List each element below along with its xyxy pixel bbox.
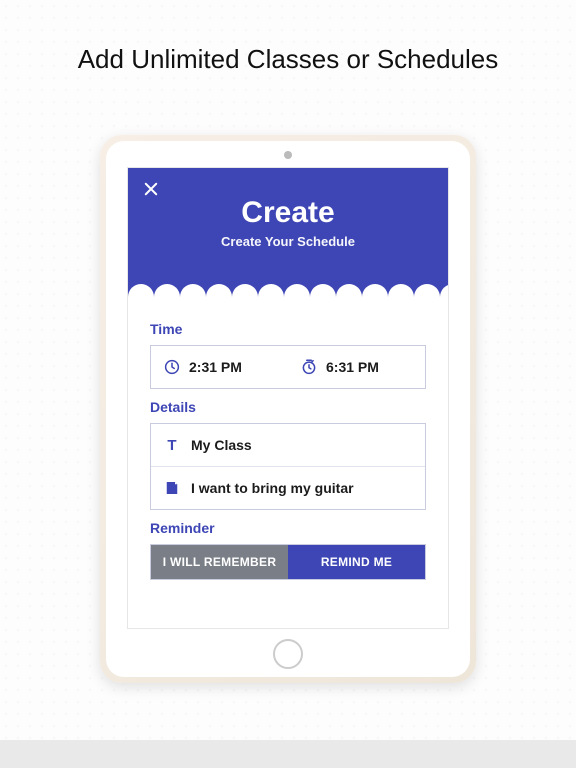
end-time-field[interactable]: 6:31 PM — [288, 346, 425, 388]
note-icon — [163, 479, 181, 497]
section-label-time: Time — [150, 321, 426, 337]
app-screen: Create Create Your Schedule Time — [127, 167, 449, 629]
close-button[interactable] — [142, 180, 160, 198]
close-icon — [142, 180, 160, 198]
class-note-value: I want to bring my guitar — [191, 480, 354, 496]
form-content: Time 2:31 PM 6:31 PM — [128, 297, 448, 628]
class-title-field[interactable]: T My Class — [151, 424, 425, 466]
tablet-camera — [284, 151, 292, 159]
text-icon: T — [163, 436, 181, 454]
hero-subtitle: Create Your Schedule — [144, 234, 432, 249]
hero-title: Create — [144, 196, 432, 230]
reminder-option-off[interactable]: I WILL REMEMBER — [151, 545, 288, 579]
time-card: 2:31 PM 6:31 PM — [150, 345, 426, 389]
reminder-option-on[interactable]: REMIND ME — [288, 545, 425, 579]
start-time-value: 2:31 PM — [189, 359, 242, 375]
tablet-home-button — [273, 639, 303, 669]
section-label-details: Details — [150, 399, 426, 415]
footer-strip — [0, 740, 576, 768]
timer-icon — [300, 358, 318, 376]
marketing-headline: Add Unlimited Classes or Schedules — [78, 44, 499, 75]
hero-scallops — [128, 279, 448, 297]
tablet-frame: Create Create Your Schedule Time — [100, 135, 476, 683]
details-card: T My Class I want to bring my guitar — [150, 423, 426, 510]
end-time-value: 6:31 PM — [326, 359, 379, 375]
class-title-value: My Class — [191, 437, 252, 453]
class-note-field[interactable]: I want to bring my guitar — [151, 466, 425, 509]
clock-icon — [163, 358, 181, 376]
page: Add Unlimited Classes or Schedules Creat… — [0, 0, 576, 768]
reminder-segmented: I WILL REMEMBER REMIND ME — [150, 544, 426, 580]
hero: Create Create Your Schedule — [128, 168, 448, 279]
start-time-field[interactable]: 2:31 PM — [151, 346, 288, 388]
section-label-reminder: Reminder — [150, 520, 426, 536]
tablet-inner: Create Create Your Schedule Time — [106, 141, 470, 677]
